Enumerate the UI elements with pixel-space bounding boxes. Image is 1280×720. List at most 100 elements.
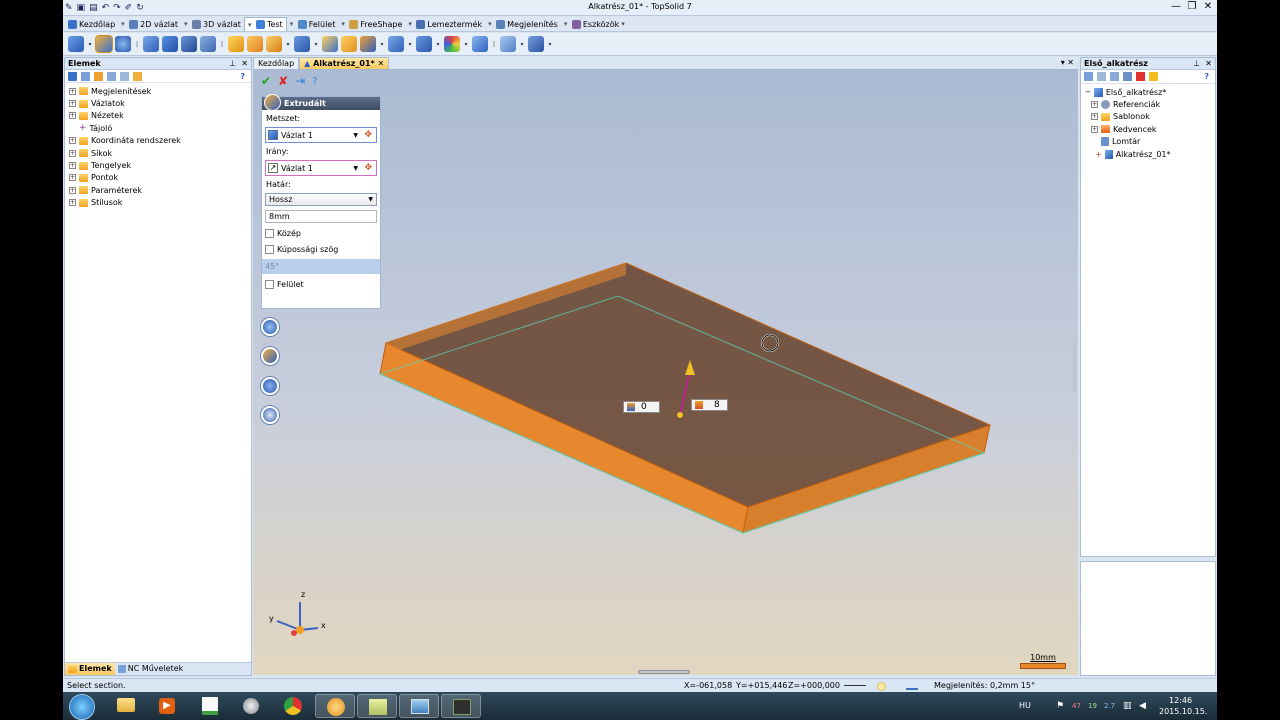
rib-icon[interactable] [360, 36, 376, 52]
shape-icon[interactable] [68, 36, 84, 52]
tray-flag-icon[interactable]: ⚑ [1056, 701, 1064, 711]
expand-toggle-icon[interactable]: + [69, 87, 76, 95]
tree-item-alkatresz[interactable]: + Alkatrész_01* [1085, 148, 1215, 160]
tab-test[interactable]: ▾ Test [243, 17, 287, 31]
taskbar-topsolid[interactable] [315, 694, 355, 718]
checkbox-box[interactable] [265, 244, 274, 254]
draft-angle-checkbox[interactable]: Kúpossági szög [265, 243, 377, 255]
taskbar-explorer[interactable] [105, 694, 145, 718]
link-icon[interactable] [528, 36, 544, 52]
tab-eszkozok[interactable]: ▾ Eszközök ▾ [561, 17, 630, 31]
body-icon[interactable] [472, 36, 488, 52]
display-mode-icon[interactable] [906, 682, 918, 690]
project-folder-icon[interactable] [1097, 72, 1106, 81]
apply-icon[interactable]: ⇥ [295, 74, 305, 88]
close-panel-button[interactable]: ✕ [241, 59, 248, 68]
section-select[interactable]: Vázlat 1 ▼ ✥ [265, 127, 377, 143]
tab-nc-muveletek[interactable]: NC Műveletek [115, 663, 187, 675]
language-indicator[interactable]: HU [1019, 701, 1031, 710]
pin-button[interactable]: ⊥ [229, 59, 236, 68]
hole-icon[interactable] [294, 36, 310, 52]
taskbar-notes[interactable] [357, 694, 397, 718]
gear-icon[interactable] [261, 406, 279, 424]
pick-icon[interactable]: ✥ [364, 163, 372, 173]
minimize-button[interactable]: — [1169, 1, 1183, 14]
help-icon[interactable]: ? [312, 76, 317, 87]
viewport-scroll-handle[interactable] [638, 670, 690, 674]
tab-lemeztermek[interactable]: ▾ Lemeztermék [405, 17, 485, 31]
taskbar-recorder[interactable] [441, 694, 481, 718]
pocket-icon[interactable] [322, 36, 338, 52]
expand-toggle-icon[interactable]: + [69, 199, 76, 207]
start-offset-label[interactable]: 0 [623, 401, 660, 413]
tree-item-kedvencek[interactable]: + Kedvencek [1085, 123, 1215, 135]
dropdown-arrow-icon[interactable]: ▼ [353, 165, 358, 172]
clock-time[interactable]: 12:46 [1169, 696, 1192, 705]
filter-icon[interactable] [81, 71, 90, 81]
surface-checkbox[interactable]: Felület [265, 278, 377, 290]
taskbar-media[interactable]: ▶ [147, 694, 187, 718]
tab-3d-vazlat[interactable]: ▾ 3D vázlat [181, 17, 244, 31]
taskbar-app-green[interactable] [189, 694, 229, 718]
home-icon[interactable] [68, 71, 77, 81]
direction-select[interactable]: ↗ Vázlat 1 ▼ ✥ [265, 160, 377, 176]
length-label[interactable]: 8 [691, 399, 728, 411]
expand-toggle-icon[interactable]: + [69, 137, 76, 145]
measure-icon[interactable] [500, 36, 516, 52]
shell-icon[interactable] [200, 36, 216, 52]
pin-button[interactable]: ⊥ [1193, 59, 1200, 68]
tab-megjelenites[interactable]: ▾ Megjelenítés [485, 17, 561, 31]
tree-item-pontok[interactable]: + Pontok [69, 172, 251, 184]
doc-tab-kezdolap[interactable]: Kezdőlap [253, 57, 300, 69]
help-icon[interactable]: ? [240, 72, 245, 81]
draft-angle-input[interactable]: 45° [262, 259, 380, 274]
tree-item-megjelenitesek[interactable]: + Megjelenítések [69, 85, 251, 97]
project-copy-icon[interactable] [1110, 72, 1119, 81]
snap-line-icon[interactable] [844, 685, 866, 686]
start-button[interactable] [69, 694, 95, 720]
collapse-toggle-icon[interactable]: − [1085, 88, 1091, 96]
project-flag-icon[interactable] [1136, 72, 1145, 81]
maximize-button[interactable]: ❐ [1185, 1, 1199, 14]
pick-icon[interactable]: ✥ [364, 130, 372, 140]
draft-icon[interactable] [266, 36, 282, 52]
checkbox-box[interactable] [265, 228, 274, 238]
expand-toggle-icon[interactable]: + [69, 186, 76, 194]
expand-toggle-icon[interactable]: + [1091, 125, 1098, 133]
tree-item-referenciak[interactable]: + Referenciák [1085, 98, 1215, 110]
expand-toggle-icon[interactable]: + [69, 162, 76, 170]
tab-elemek[interactable]: Elemek [65, 663, 115, 675]
snap-circle-icon[interactable] [877, 682, 886, 691]
tab-2d-vazlat[interactable]: ▾ 2D vázlat [118, 17, 181, 31]
tree-item-sablonok[interactable]: + Sablonok [1085, 111, 1215, 123]
tree-item-project[interactable]: − Első_alkatrész* [1085, 86, 1215, 98]
project-home-icon[interactable] [1084, 72, 1093, 81]
close-doc-icon[interactable]: ✕ [378, 59, 385, 68]
expand-toggle-icon[interactable]: + [1091, 101, 1098, 109]
tree-item-stilusok[interactable]: + Stílusok [69, 197, 251, 209]
taskbar-chrome[interactable] [273, 694, 313, 718]
boolean-icon[interactable] [181, 36, 197, 52]
fillet-icon[interactable] [228, 36, 244, 52]
revolve-icon[interactable] [115, 36, 131, 52]
tab-kezdolap[interactable]: Kezdőlap [65, 17, 118, 31]
checkbox-box[interactable] [265, 279, 274, 289]
doc-tabs-controls[interactable]: ▾ ✕ [1061, 58, 1074, 67]
tray-volume-icon[interactable]: ◀ [1139, 701, 1146, 711]
loft-icon[interactable] [162, 36, 178, 52]
extrude-icon[interactable] [95, 35, 113, 53]
tab-felulet[interactable]: ▾ Felület [287, 17, 339, 31]
tree-item-lomtar[interactable]: Lomtár [1085, 136, 1215, 148]
tree-item-parameterek[interactable]: + Paraméterek [69, 184, 251, 196]
settings-icon[interactable] [133, 71, 142, 81]
limit-select[interactable]: Hossz ▼ [265, 193, 377, 206]
expand-icon[interactable] [94, 71, 103, 81]
help-icon[interactable]: ? [1204, 72, 1209, 81]
dropdown-arrow-icon[interactable]: ▼ [353, 132, 358, 139]
project-list-icon[interactable] [1123, 72, 1132, 81]
sweep-icon[interactable] [143, 36, 159, 52]
center-checkbox[interactable]: Közép [265, 227, 377, 239]
dropdown-arrow-icon[interactable]: ▼ [368, 194, 373, 206]
tray-network-icon[interactable]: ▥ [1123, 701, 1132, 711]
tree-item-tajolo[interactable]: + Tájoló [69, 122, 251, 134]
